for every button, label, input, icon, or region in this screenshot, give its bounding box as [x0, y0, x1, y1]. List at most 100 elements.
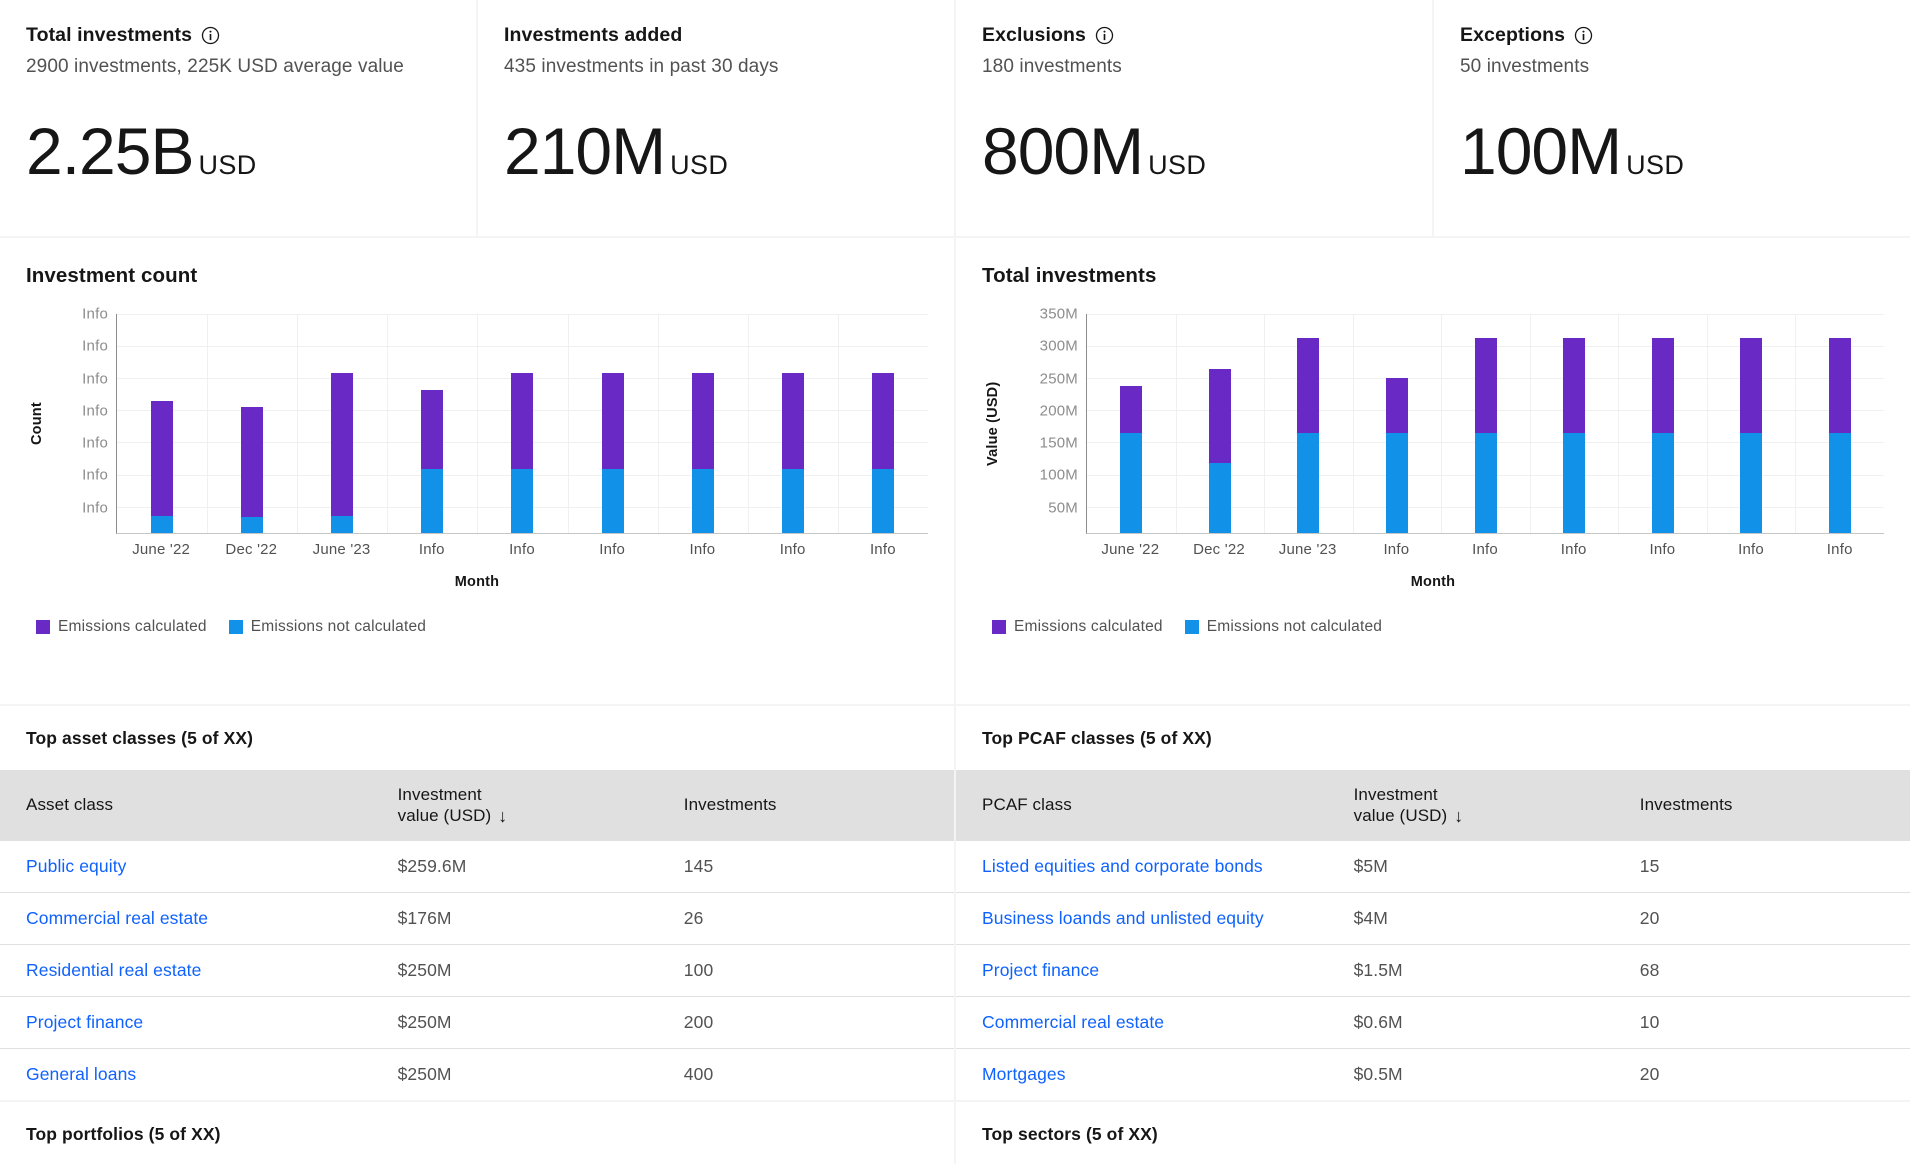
table-row[interactable]: General loans $250M 400 [0, 1048, 954, 1100]
row-link[interactable]: Residential real estate [26, 960, 201, 980]
legend-item[interactable]: Emissions not calculated [1184, 618, 1382, 636]
table-cell-name: Commercial real estate [0, 892, 382, 944]
stacked-bar[interactable] [1474, 338, 1497, 533]
dashboard-page: Total investments 2900 investments, 225K … [0, 0, 1910, 1164]
table-cell-name: Project finance [956, 944, 1338, 996]
stacked-bar[interactable] [151, 401, 174, 533]
bar-segment-emissions-not-calculated [691, 468, 714, 533]
stacked-bar[interactable] [871, 372, 894, 533]
kpi-value: 800M [982, 114, 1144, 188]
table-row[interactable]: Business loands and unlisted equity $4M 20 [956, 892, 1910, 944]
bar-slot [1441, 314, 1530, 533]
table-cell-count: 400 [683, 1063, 714, 1084]
bar-segment-emissions-calculated [1651, 338, 1674, 434]
info-icon[interactable] [1095, 26, 1114, 45]
table-cell-value: $176M [397, 907, 452, 928]
chart-title: Total investments [982, 264, 1157, 287]
sort-descending-icon[interactable]: ↓ [1454, 807, 1463, 827]
legend-item[interactable]: Emissions calculated [36, 618, 207, 636]
stacked-bar[interactable] [331, 372, 354, 533]
stacked-bar[interactable] [511, 372, 534, 533]
column-header-line1: Investment [1353, 785, 1438, 804]
stacked-bar[interactable] [1297, 338, 1320, 533]
stacked-bar[interactable] [691, 372, 714, 533]
column-header-sortable[interactable]: Investment value (USD) ↓ [1354, 784, 1464, 827]
kpi-value-wrap: 2.25B USD [26, 118, 450, 184]
legend-item[interactable]: Emissions not calculated [228, 618, 427, 636]
bar-segment-emissions-not-calculated [1828, 433, 1851, 533]
table-cell-name: General loans [0, 1048, 382, 1100]
stacked-bar[interactable] [601, 372, 624, 533]
table-row[interactable]: Commercial real estate $0.6M 10 [956, 996, 1910, 1048]
y-axis-tick: 300M [1039, 337, 1078, 355]
column-header-count[interactable]: Investments [668, 770, 954, 841]
x-axis-tick: Info [1649, 541, 1676, 558]
y-axis-tick: 250M [1039, 370, 1078, 388]
bar-slot [207, 314, 297, 533]
kpi-title: Total investments [26, 24, 193, 46]
bar-slot [568, 314, 658, 533]
x-axis-tick: Info [1738, 541, 1764, 558]
legend-swatch-purple [36, 620, 50, 634]
stacked-bar[interactable] [1740, 338, 1763, 533]
table-row[interactable]: Public equity $259.6M 145 [0, 841, 954, 892]
chart-legend: Emissions calculated Emissions not calcul… [982, 618, 1884, 636]
row-link[interactable]: Mortgages [982, 1064, 1066, 1084]
column-header-count[interactable]: Investments [1624, 770, 1910, 841]
legend-label: Emissions not calculated [250, 618, 427, 635]
stacked-bar[interactable] [1208, 368, 1231, 533]
bar-segment-emissions-calculated [421, 390, 444, 469]
legend-item[interactable]: Emissions calculated [992, 618, 1163, 636]
stacked-bar[interactable] [1828, 338, 1851, 533]
column-header-value[interactable]: Investment value (USD) ↓ [382, 770, 668, 841]
column-header-sortable[interactable]: Investment value (USD) ↓ [398, 784, 508, 827]
bar-slot [1618, 314, 1707, 533]
column-header-name[interactable]: PCAF class [956, 770, 1338, 841]
bar-slot [1707, 314, 1796, 533]
table-row[interactable]: Project finance $250M 200 [0, 996, 954, 1048]
bar-segment-emissions-calculated [1563, 338, 1586, 434]
bar-segment-emissions-calculated [871, 372, 894, 469]
row-link[interactable]: Public equity [26, 856, 127, 876]
row-link[interactable]: Listed equities and corporate bonds [982, 856, 1263, 876]
table-cell-value: $250M [397, 1011, 452, 1032]
stacked-bar[interactable] [781, 372, 804, 533]
table-row[interactable]: Listed equities and corporate bonds $5M 15 [956, 841, 1910, 892]
row-link[interactable]: Project finance [982, 960, 1099, 980]
table-row[interactable]: Project finance $1.5M 68 [956, 944, 1910, 996]
bar-segment-emissions-not-calculated [1474, 433, 1497, 533]
row-link[interactable]: General loans [26, 1064, 136, 1084]
sort-descending-icon[interactable]: ↓ [498, 807, 507, 827]
stacked-bar[interactable] [1651, 338, 1674, 533]
column-header-value[interactable]: Investment value (USD) ↓ [1338, 770, 1624, 841]
stacked-bar[interactable] [1385, 377, 1408, 533]
y-axis-tick: 50M [1048, 499, 1078, 517]
data-table-card: Top PCAF classes (5 of XX) PCAF class Inve… [956, 706, 1910, 1100]
row-link[interactable]: Project finance [26, 1012, 143, 1032]
row-link[interactable]: Commercial real estate [982, 1012, 1164, 1032]
stacked-bar[interactable] [1120, 386, 1143, 533]
y-axis-tick: Info [82, 499, 108, 517]
stacked-bar[interactable] [1563, 338, 1586, 533]
bar-segment-emissions-calculated [1297, 338, 1320, 434]
row-link[interactable]: Commercial real estate [26, 908, 208, 928]
table-row[interactable]: Commercial real estate $176M 26 [0, 892, 954, 944]
info-icon[interactable] [201, 26, 220, 45]
stacked-bar[interactable] [241, 407, 264, 533]
stacked-bar[interactable] [421, 390, 444, 533]
table-row[interactable]: Residential real estate $250M 100 [0, 944, 954, 996]
column-header-text: Investment value (USD) [1354, 784, 1448, 827]
bar-segment-emissions-calculated [1120, 386, 1143, 434]
column-header-name[interactable]: Asset class [0, 770, 382, 841]
table-header: Asset class Investment value (USD) ↓ Investm… [0, 770, 954, 841]
row-link[interactable]: Business loands and unlisted equity [982, 908, 1264, 928]
bar-slot [1353, 314, 1442, 533]
table-cell-count: 145 [683, 855, 714, 876]
chart-card: Total investments Value (USD) 350M 300M 250M… [956, 238, 1910, 704]
table-body: Listed equities and corporate bonds $5M 15… [956, 841, 1910, 1100]
info-icon[interactable] [1574, 26, 1593, 45]
bar-slot [477, 314, 567, 533]
x-axis-ticks: June '22 Dec '22 June '23 Info Info Info Info I… [1086, 541, 1884, 558]
table-header: PCAF class Investment value (USD) ↓ Investme… [956, 770, 1910, 841]
table-row[interactable]: Mortgages $0.5M 20 [956, 1048, 1910, 1100]
